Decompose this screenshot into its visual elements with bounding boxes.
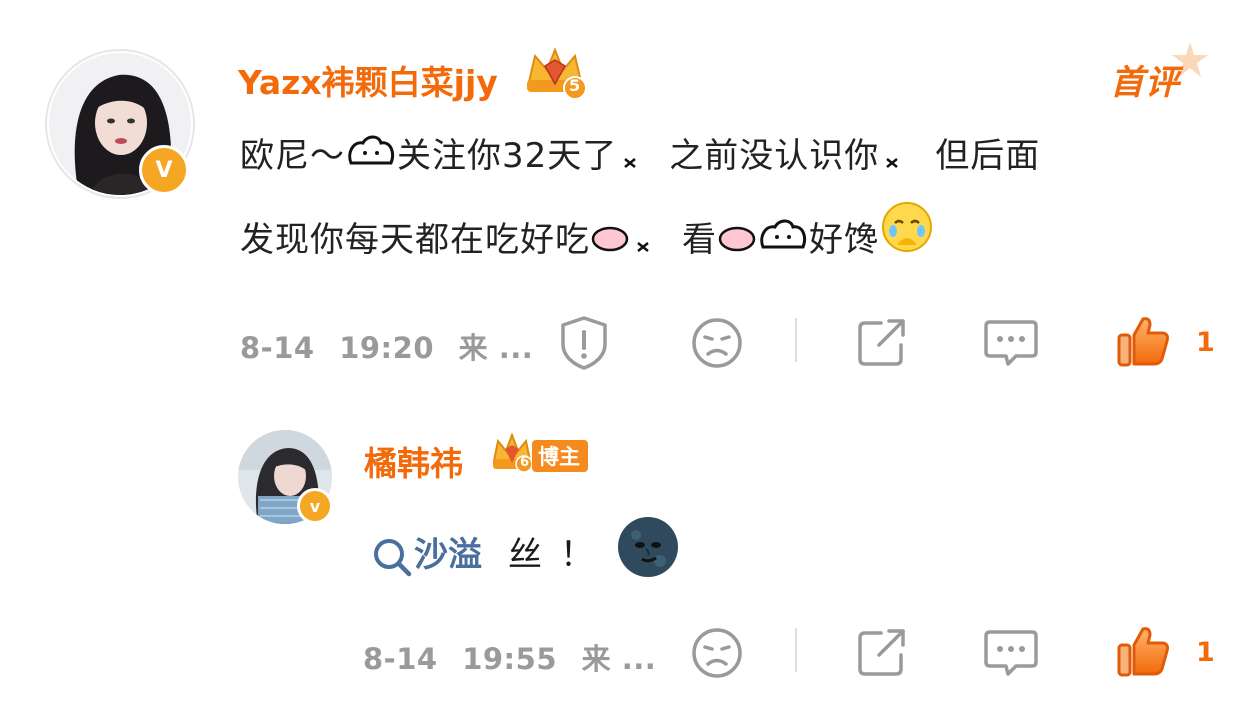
comment-text-5: 发现你每天都在吃好吃: [240, 220, 590, 260]
dislike-face-icon: [692, 318, 742, 368]
report-icon: [561, 316, 607, 370]
comment-time: 19:20: [339, 331, 434, 365]
author-tag: 博主: [532, 440, 588, 472]
reply-share-button[interactable]: [850, 622, 912, 684]
comment-text-1: 欧尼～: [240, 136, 345, 176]
search-term: 沙溢: [414, 535, 482, 575]
comment-text-3: 之前没认识你: [669, 136, 880, 176]
like-count: 1: [1196, 327, 1215, 358]
like-thumb-icon: [1117, 627, 1169, 677]
first-comment-badge: 首评: [1110, 63, 1180, 103]
comment-text-line1: 欧尼～ 关注你32天了 之前没认识你 但后面: [240, 114, 1230, 200]
comment-icon: [984, 630, 1038, 676]
like-thumb-icon: [1117, 317, 1169, 367]
reply-like-button[interactable]: [1112, 620, 1174, 682]
new-moon-face-emoji-icon: [616, 515, 680, 598]
sparkle-icon: [879, 116, 909, 200]
reply-button[interactable]: [980, 312, 1042, 374]
reply-time: 19:55: [462, 642, 557, 676]
report-button[interactable]: [553, 312, 615, 374]
verified-badge-icon: V: [139, 145, 189, 195]
divider: [795, 628, 797, 672]
comment-source[interactable]: 来 ...: [459, 331, 534, 365]
level-number: 5: [569, 76, 581, 95]
comment-timestamp: 8-14 19:20 来 ...: [240, 325, 533, 367]
author-tag-label: 博主: [538, 445, 580, 469]
comment-username[interactable]: Yazx袆颗白菜jjy: [238, 56, 498, 104]
reply-level-crown-icon: 6: [490, 432, 534, 475]
comment-text-line2: 发现你每天都在吃好吃 看 好馋: [240, 198, 1230, 284]
reply-username[interactable]: 橘韩祎: [364, 437, 463, 485]
comment-text-4: 但后面: [935, 136, 1041, 176]
heart-emoji-icon: [717, 200, 757, 284]
share-icon: [858, 629, 905, 676]
reply-text: 沙溢 丝！: [370, 515, 680, 598]
heart-emoji-icon: [590, 200, 630, 284]
search-link[interactable]: 沙溢: [370, 535, 482, 576]
bun-emoji-icon: [757, 200, 809, 284]
sparkle-icon: [630, 200, 660, 284]
comment-date: 8-14: [240, 331, 315, 365]
dislike-face-icon: [692, 628, 742, 678]
sparkle-icon: [617, 116, 647, 200]
bun-emoji-icon: [345, 116, 397, 200]
dislike-button[interactable]: [686, 312, 748, 374]
reply-dislike-button[interactable]: [686, 622, 748, 684]
like-button[interactable]: [1112, 310, 1174, 372]
reply-level-number: 6: [520, 455, 530, 470]
comment-text-7: 好馋: [809, 220, 879, 260]
crying-face-emoji-icon: [879, 200, 935, 284]
share-icon: [858, 319, 905, 366]
reply-source[interactable]: 来 ...: [582, 642, 657, 676]
reply-verified-badge-icon: v: [297, 488, 333, 524]
reply-timestamp: 8-14 19:55 来 ...: [363, 636, 656, 678]
reply-comment-button[interactable]: [980, 622, 1042, 684]
share-button[interactable]: [850, 312, 912, 374]
reply-text-body: 丝！: [508, 535, 612, 575]
divider: [795, 318, 797, 362]
level-crown-icon: 5: [521, 46, 589, 102]
search-icon: [374, 538, 412, 576]
comment-text-2: 关注你32天了: [397, 136, 618, 176]
reply-date: 8-14: [363, 642, 438, 676]
reply-like-count: 1: [1196, 637, 1215, 668]
comment-icon: [984, 320, 1038, 366]
comment-text-6: 看: [682, 220, 717, 260]
